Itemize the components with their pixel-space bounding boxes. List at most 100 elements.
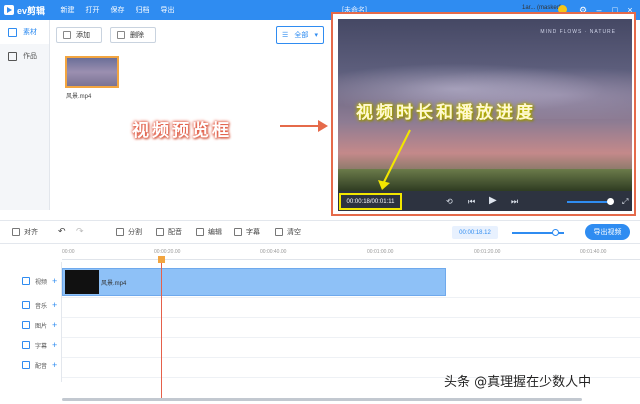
clear-button[interactable]: 清空 (275, 227, 301, 237)
current-time: 00:00:18.12 (452, 226, 498, 239)
text-icon (234, 228, 242, 236)
delete-button[interactable]: 删除 (110, 27, 156, 43)
volume-knob[interactable] (607, 198, 614, 205)
track-dub[interactable]: 配音 + (22, 360, 57, 370)
edit-label: 编辑 (208, 229, 222, 236)
add-icon[interactable]: + (52, 276, 57, 286)
annotation-preview-label: 视频预览框 (132, 121, 232, 141)
arrow-right-icon (280, 120, 328, 132)
app-name: ev剪辑 (17, 5, 46, 16)
image-icon (22, 321, 30, 329)
fullscreen-icon[interactable]: ⤢ (622, 197, 628, 207)
pencil-icon (196, 228, 204, 236)
track-label: 字幕 (35, 343, 48, 350)
media-thumbnail[interactable] (65, 56, 119, 88)
timeline-ruler[interactable]: 00:00 00:00:20.00 00:00:40.00 00:01:00.0… (62, 246, 640, 260)
add-label: 添加 (76, 32, 90, 39)
play-icon[interactable]: ▶ (489, 195, 497, 206)
track-music[interactable]: 音乐 + (22, 300, 57, 310)
ruler-tick: 00:01:40.00 (580, 249, 607, 255)
ruler-tick: 00:01:20.00 (474, 249, 501, 255)
menu-save[interactable]: 保存 (105, 5, 130, 15)
track-video[interactable]: 视频 + (22, 276, 57, 286)
add-button[interactable]: 添加 (56, 27, 102, 43)
menu-new[interactable]: 新建 (55, 5, 80, 15)
sidebar-item-label: 素材 (23, 29, 37, 36)
ruler-tick: 00:00:40.00 (260, 249, 287, 255)
video-watermark: MIND FLOWS · NATURE (540, 29, 616, 35)
page-watermark: 头条 @真理握在少数人中 (444, 375, 592, 390)
trash-icon (117, 31, 125, 39)
filter-select[interactable]: ☰ 全部 ▾ (276, 26, 324, 44)
loop-icon[interactable]: ⟲ (446, 197, 453, 206)
dub-label: 配音 (168, 229, 182, 236)
add-icon[interactable]: + (52, 320, 57, 330)
arrow-down-icon (378, 129, 411, 190)
prev-icon[interactable]: ⏮ (468, 197, 475, 207)
ruler-tick: 00:00 (62, 249, 75, 255)
logo-icon (4, 5, 14, 15)
track-image[interactable]: 图片 + (22, 320, 57, 330)
app-logo: ev剪辑 (0, 4, 55, 17)
delete-label: 删除 (130, 32, 144, 39)
next-icon[interactable]: ⏭ (511, 197, 518, 207)
sidebar-item-materials[interactable]: 素材 (0, 20, 49, 44)
add-icon[interactable]: + (52, 300, 57, 310)
horizontal-scrollbar[interactable] (62, 398, 582, 401)
ruler-tick: 00:01:00.00 (367, 249, 394, 255)
timeline-zoom-knob[interactable] (552, 229, 559, 236)
track-labels: 视频 + 音乐 + 图片 + 字幕 + 配音 + (0, 262, 62, 382)
align-toggle[interactable]: 对齐 (12, 227, 38, 237)
add-icon[interactable]: + (52, 340, 57, 350)
scissors-icon (116, 228, 124, 236)
subtitle-label: 字幕 (246, 229, 260, 236)
eraser-icon (275, 228, 283, 236)
filter-label: 全部 (294, 32, 309, 39)
video-icon (22, 277, 30, 285)
redo-icon[interactable]: ↷ (76, 226, 84, 237)
annotation-time-label: 视频时长和播放进度 (356, 103, 536, 123)
track-label: 图片 (35, 323, 48, 330)
track-subtitle[interactable]: 字幕 + (22, 340, 57, 350)
sidebar-item-label: 作品 (23, 53, 37, 60)
track-label: 视频 (35, 279, 48, 286)
align-label: 对齐 (24, 229, 38, 236)
chevron-down-icon: ▾ (314, 32, 318, 39)
sidebar: 素材 作品 (0, 20, 50, 210)
ruler-tick: 00:00:20.00 (154, 249, 181, 255)
sidebar-item-works[interactable]: 作品 (0, 44, 49, 68)
media-name: 风景.mp4 (66, 94, 92, 100)
microphone-icon (22, 361, 30, 369)
add-folder-icon (63, 31, 71, 39)
track-row-subtitle (62, 338, 640, 358)
add-icon[interactable]: + (52, 360, 57, 370)
music-icon (22, 301, 30, 309)
track-label: 音乐 (35, 303, 48, 310)
track-row-music (62, 298, 640, 318)
menu-archive[interactable]: 归档 (130, 5, 155, 15)
clear-label: 清空 (287, 229, 301, 236)
playhead-handle[interactable] (158, 256, 165, 263)
filter-icon: ☰ (282, 32, 289, 39)
split-label: 分割 (128, 229, 142, 236)
grid-icon (8, 27, 17, 37)
edit-button[interactable]: 编辑 (196, 227, 222, 237)
user-name[interactable]: 1ar... (masked) (522, 5, 562, 11)
split-button[interactable]: 分割 (116, 227, 142, 237)
subtitle-button[interactable]: 字幕 (234, 227, 260, 237)
checkbox-icon (12, 228, 20, 236)
main-menu: 新建 打开 保存 归档 导出 (55, 5, 180, 15)
menu-open[interactable]: 打开 (80, 5, 105, 15)
export-video-button[interactable]: 导出视频 (585, 224, 630, 240)
track-row-image (62, 318, 640, 338)
clip-thumbnail (65, 270, 99, 294)
track-label: 配音 (35, 363, 48, 370)
undo-icon[interactable]: ↶ (58, 226, 66, 237)
playhead[interactable] (161, 257, 162, 400)
playback-time: 00:00:18/00:01:11 (339, 193, 402, 210)
menu-export[interactable]: 导出 (155, 5, 180, 15)
dub-button[interactable]: 配音 (156, 227, 182, 237)
timeline-clip[interactable]: 风景.mp4 (62, 268, 446, 296)
microphone-icon (156, 228, 164, 236)
clip-name: 风景.mp4 (101, 281, 127, 287)
